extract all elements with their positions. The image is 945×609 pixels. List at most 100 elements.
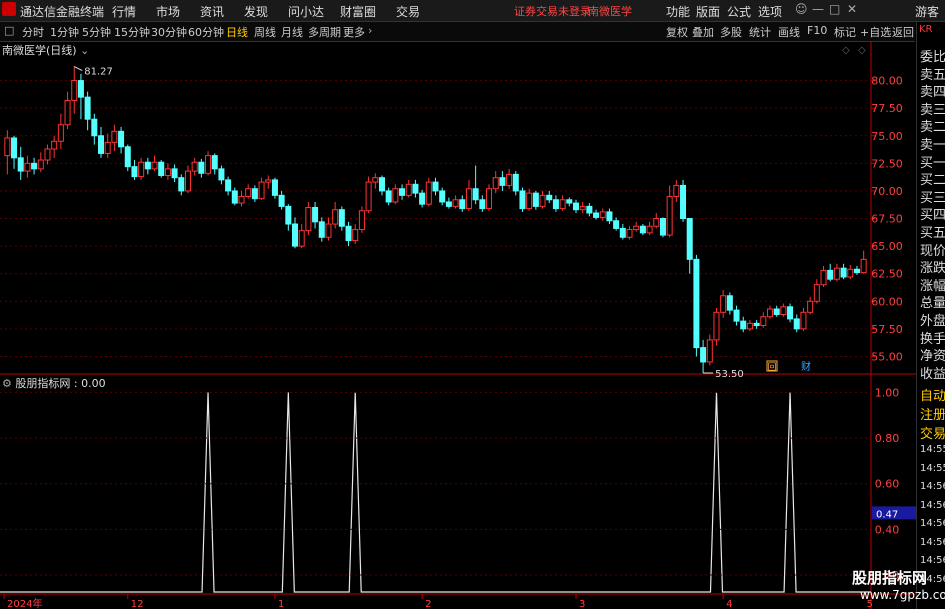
diamond-marker-icon: ◇ <box>858 45 866 56</box>
indicator-title[interactable]: ⚙ 股朋指标网 : 0.00 <box>2 375 106 391</box>
period-tab-weekly[interactable]: 周线 <box>254 24 276 40</box>
period-tab-multi[interactable]: 多周期 <box>308 24 341 40</box>
header-stock-name: 南微医学 <box>588 5 632 18</box>
candle-body <box>278 194 285 207</box>
menu-item-market[interactable]: 行情 <box>112 3 136 20</box>
close-icon[interactable]: ✕ <box>847 2 857 16</box>
candle-body <box>178 177 185 192</box>
candle-body <box>225 179 232 192</box>
candle-body <box>572 202 579 211</box>
candle-body <box>205 155 212 174</box>
minimize-icon[interactable]: — <box>812 2 824 16</box>
menu-item-community[interactable]: 财富圈 <box>340 3 376 20</box>
quote-action[interactable]: 注册 <box>920 404 945 423</box>
chart-title[interactable]: 南微医学(日线) ⌄ <box>2 42 89 58</box>
period-tab-60min[interactable]: 60分钟 <box>188 24 224 40</box>
tool-adjust-button[interactable]: 复权 <box>666 24 688 40</box>
chart-area[interactable]: 81.27 53.50 回 财 ◇ ◇ 80.00 77.50 75.00 72.50 70.00… <box>0 41 916 609</box>
candle-body <box>338 209 345 227</box>
indicator-series <box>0 392 871 593</box>
toolbar-toggle-icon[interactable]: □ <box>4 24 14 37</box>
tool-overlay-button[interactable]: 叠加 <box>692 24 714 40</box>
chart-title-text: 南微医学(日线) <box>2 44 77 57</box>
trade-time: 14:56 <box>920 499 945 511</box>
low-price-label: 53.50 <box>715 369 744 380</box>
candle-body <box>619 227 626 238</box>
candle-body <box>51 140 58 150</box>
candle-body <box>332 209 339 225</box>
menu-item-formula[interactable]: 公式 <box>727 3 751 20</box>
period-tab-5min[interactable]: 5分钟 <box>82 24 111 40</box>
quote-action[interactable]: 交易 <box>920 423 945 442</box>
period-tab-daily[interactable]: 日线 <box>226 24 248 40</box>
candle-body <box>439 190 446 203</box>
quote-label: 总量 <box>920 296 945 312</box>
menu-item-functions[interactable]: 功能 <box>666 3 690 20</box>
candle-body <box>800 311 807 330</box>
date-label: 4 <box>726 599 732 609</box>
candle-body <box>245 188 252 197</box>
candle-body <box>465 188 472 210</box>
main-grid <box>0 41 916 609</box>
price-tick-label: 80.00 <box>871 75 903 88</box>
menu-item-discover[interactable]: 发现 <box>244 3 268 20</box>
candle-body <box>512 173 519 192</box>
period-tab-15min[interactable]: 15分钟 <box>114 24 150 40</box>
menu-item-assistant[interactable]: 问小达 <box>288 3 324 20</box>
menu-item-news[interactable]: 资讯 <box>200 3 224 20</box>
more-chevron-icon[interactable]: › <box>368 24 372 37</box>
indicator-tick-label: 0.80 <box>875 432 900 445</box>
period-tab-intraday[interactable]: 分时 <box>22 24 44 40</box>
candle-body <box>378 177 385 192</box>
tool-back-button[interactable]: 返回 <box>892 24 914 40</box>
guest-label[interactable]: 游客 <box>915 3 939 20</box>
tool-mark-button[interactable]: 标记 <box>834 24 856 40</box>
tool-watchlist-button[interactable]: +自选 <box>860 24 891 40</box>
menu-item-layout[interactable]: 版面 <box>696 3 720 20</box>
menu-item-options[interactable]: 选项 <box>758 3 782 20</box>
candle-body <box>766 308 774 318</box>
candle-body <box>492 177 499 190</box>
maximize-icon[interactable]: □ <box>829 2 840 16</box>
candle-body <box>599 211 606 218</box>
quote-panel: KR 委比 卖五 卖四 卖三 卖二 卖一 买一 买二 买三 买四 买五 现价 涨跌 涨幅 总量 外盘 换手 净资收… <box>916 22 945 609</box>
quote-code: KR <box>919 24 933 35</box>
settings-icon[interactable]: ⚙ <box>2 377 12 390</box>
login-notice[interactable]: 证券交易未登录 <box>514 3 591 19</box>
tool-multistock-button[interactable]: 多股 <box>720 24 742 40</box>
quote-label: 现价 <box>920 243 945 259</box>
date-label: 2024年 <box>7 597 42 609</box>
candle-body <box>700 347 707 363</box>
candle-body <box>546 194 553 201</box>
candle-body <box>111 130 118 143</box>
candle-body <box>24 162 31 172</box>
price-tick-label: 72.50 <box>871 157 903 170</box>
price-tick-label: 55.00 <box>871 350 903 363</box>
chevron-down-icon[interactable]: ⌄ <box>80 44 89 57</box>
candlestick-series: 81.27 53.50 回 财 ◇ ◇ <box>4 45 867 380</box>
menu-item-markets[interactable]: 市场 <box>156 3 180 20</box>
candle-body <box>345 225 352 242</box>
quote-action[interactable]: 自动 <box>920 385 945 404</box>
period-tab-monthly[interactable]: 月线 <box>281 24 303 40</box>
period-tab-30min[interactable]: 30分钟 <box>151 24 187 40</box>
tool-draw-button[interactable]: 画线 <box>778 24 800 40</box>
candle-body <box>231 190 238 204</box>
tool-stats-button[interactable]: 统计 <box>749 24 771 40</box>
period-tab-1min[interactable]: 1分钟 <box>50 24 79 40</box>
smiley-icon[interactable]: ☺ <box>795 2 808 16</box>
candle-body <box>820 269 827 286</box>
candle-body <box>425 181 432 205</box>
candle-body <box>499 177 506 186</box>
tool-f10-button[interactable]: F10 <box>807 24 827 37</box>
candle-body <box>566 199 573 204</box>
price-axis: 80.00 77.50 75.00 72.50 70.00 67.50 65.00 62.50… <box>871 75 903 363</box>
candle-body <box>793 318 800 330</box>
price-tick-label: 70.00 <box>871 185 903 198</box>
quote-label: 买四 <box>920 208 945 224</box>
quote-label: 卖四 <box>920 85 945 101</box>
period-tab-more[interactable]: 更多 <box>343 24 365 40</box>
menu-item-trade[interactable]: 交易 <box>396 3 420 20</box>
top-menu-bar: 通达信金融终端 行情 市场 资讯 发现 问小达 财富圈 交易 证券交易未登录 南… <box>0 0 945 22</box>
candle-body <box>191 161 198 172</box>
